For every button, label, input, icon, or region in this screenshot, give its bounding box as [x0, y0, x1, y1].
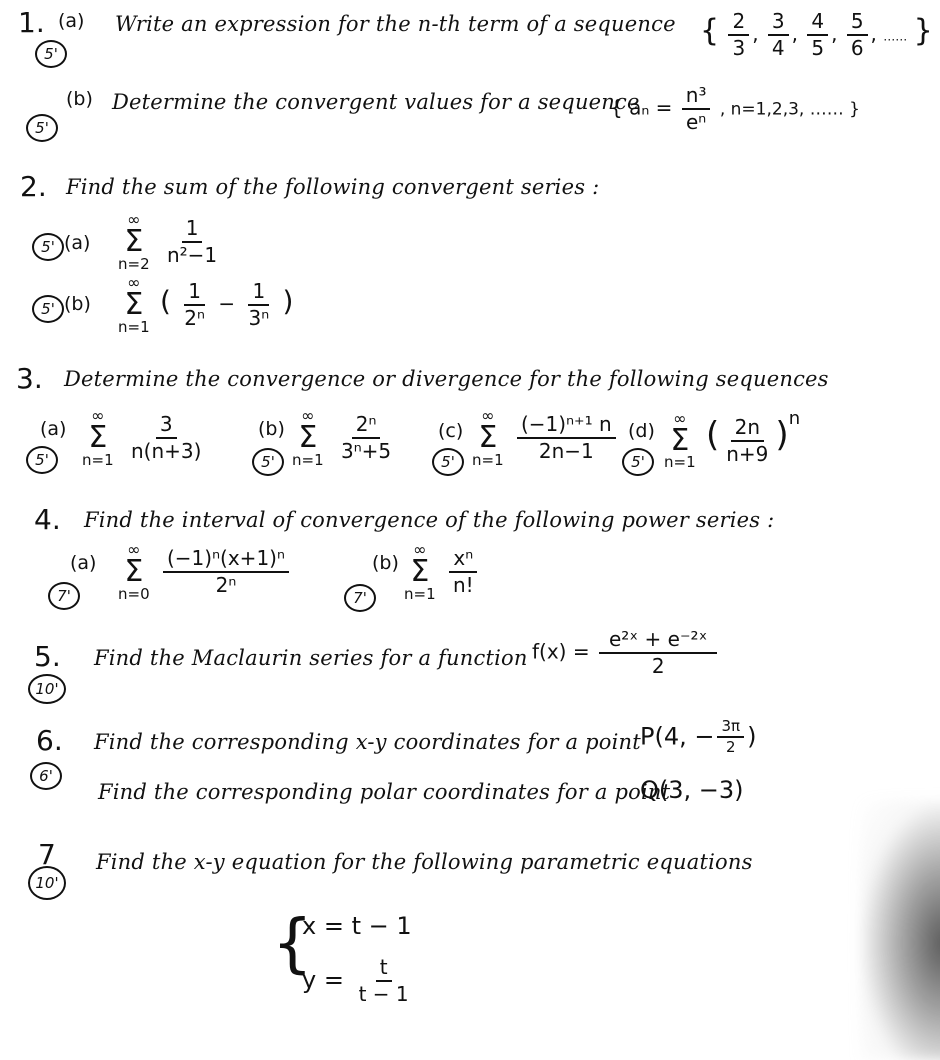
q6-line-2-text: Find the corresponding polar coordinates…	[98, 780, 671, 804]
q6-points-badge: 6'	[30, 762, 62, 790]
q2b-term-2: 1 3ⁿ	[248, 278, 270, 330]
q3c-points-badge: 5'	[432, 448, 464, 476]
seq-term-1: 23	[728, 10, 750, 60]
q3b-points-badge: 5'	[252, 448, 284, 476]
q4a-points-badge: 7'	[48, 582, 80, 610]
q3d-fraction: 2n n+9	[726, 414, 769, 466]
an-lhs: { aₙ =	[610, 95, 673, 120]
seq-term-2: 34	[767, 10, 789, 60]
q5-function: f(x) = e²ˣ + e⁻²ˣ 2	[532, 628, 720, 678]
an-fraction: n³ eⁿ	[681, 84, 711, 134]
paren-open: (	[705, 415, 720, 455]
q2a-label: (a)	[64, 232, 91, 254]
an-domain: , n=1,2,3, …… }	[719, 99, 860, 120]
q3a-fraction: 3 n(n+3)	[130, 411, 202, 463]
q4b-label: (b)	[372, 552, 399, 574]
q6-point-p: P(4, −3π 2)	[640, 717, 757, 757]
q3a-label: (a)	[40, 418, 67, 440]
q3d-points-badge: 5'	[622, 448, 654, 476]
seq-close-brace: }	[913, 13, 933, 49]
q3d-series: ∞ Σn=1 (2n n+9)n	[664, 408, 800, 470]
q1a-label: (a)	[58, 10, 85, 32]
question-2-number: 2.	[20, 170, 47, 203]
q3b-fraction: 2ⁿ 3ⁿ+5	[340, 411, 392, 463]
question-3-number: 3.	[16, 362, 43, 395]
q4b-fraction: xⁿ n!	[449, 546, 478, 597]
minus-sign: −	[218, 291, 236, 316]
q2b-term-1: 1 2ⁿ	[184, 278, 205, 330]
seq-ellipsis: ……	[883, 29, 908, 44]
seq-open-brace: {	[700, 13, 720, 49]
seq-term-4: 56	[846, 10, 868, 60]
question-6-number: 6.	[36, 724, 63, 757]
q7-equation-y: y = tt − 1	[302, 955, 409, 1006]
q3-text: Determine the convergence or divergence …	[64, 367, 829, 391]
sigma-icon: ∞ Σn=1	[82, 406, 114, 469]
q6-point-q: Q(3, −3)	[640, 776, 744, 804]
q5-points-badge: 10'	[28, 674, 66, 704]
q5-text: Find the Maclaurin series for a function	[94, 646, 528, 670]
q1b-expression: { aₙ = n³ eⁿ , n=1,2,3, …… }	[610, 84, 860, 134]
q4a-fraction: (−1)ⁿ(x+1)ⁿ 2ⁿ	[162, 546, 289, 597]
sigma-icon: ∞ Σn=1	[664, 408, 696, 472]
sigma-icon: ∞ Σn=1	[472, 406, 504, 469]
q3a-points-badge: 5'	[26, 446, 58, 474]
question-5-number: 5.	[34, 640, 61, 673]
q2-text: Find the sum of the following convergent…	[66, 175, 600, 199]
q3b-series: ∞ Σn=1 2ⁿ 3ⁿ+5	[292, 408, 398, 468]
q3c-series: ∞ Σn=1 (−1)ⁿ⁺¹ n 2n−1	[472, 408, 619, 468]
q4b-points-badge: 7'	[344, 584, 376, 612]
q4-text: Find the interval of convergence of the …	[84, 508, 775, 532]
sigma-icon: ∞ Σn=1	[292, 406, 324, 469]
q4b-series: ∞ Σn=1 xⁿ n!	[404, 542, 481, 602]
q4a-label: (a)	[70, 552, 97, 574]
seq-term-3: 45	[807, 10, 829, 60]
sigma-icon: ∞ Σn=1	[404, 540, 436, 603]
q1a-sequence: { 23, 34, 45, 56, …… }	[700, 9, 933, 60]
q2b-label: (b)	[64, 293, 91, 315]
function-lhs: f(x) =	[532, 639, 590, 664]
q2a-points-badge: 5'	[32, 233, 64, 261]
q2b-points-badge: 5'	[32, 295, 64, 323]
sigma-icon: ∞ Σn=2	[118, 210, 150, 273]
paren-open: (	[159, 284, 171, 318]
q1a-points-badge: 5'	[35, 40, 67, 68]
q2a-fraction: 1 n²−1	[166, 215, 218, 267]
q7-text: Find the x-y equation for the following …	[96, 850, 753, 874]
q1b-points-badge: 5'	[26, 114, 58, 142]
q1b-label: (b)	[66, 88, 93, 110]
sigma-icon: ∞ Σn=1	[118, 273, 150, 336]
exam-page: 1. (a) 5' Write an expression for the n-…	[0, 0, 940, 1060]
page-shadow	[860, 800, 940, 1060]
q1b-text: Determine the convergent values for a se…	[112, 90, 640, 114]
q3c-fraction: (−1)ⁿ⁺¹ n 2n−1	[516, 412, 616, 463]
question-4-number: 4.	[34, 503, 61, 536]
q4a-series: ∞ Σn=0 (−1)ⁿ(x+1)ⁿ 2ⁿ	[118, 542, 292, 602]
q3a-series: ∞ Σn=1 3 n(n+3)	[82, 408, 208, 468]
q2b-series: ∞ Σn=1 ( 1 2ⁿ − 1 3ⁿ )	[118, 275, 293, 335]
q1a-text: Write an expression for the n-th term of…	[115, 12, 676, 36]
q7-equation-x: x = t − 1	[302, 912, 412, 940]
q6-line-1-text: Find the corresponding x-y coordinates f…	[94, 730, 641, 754]
q7-points-badge: 10'	[28, 866, 66, 900]
q3d-exponent: n	[788, 408, 801, 429]
q3d-label: (d)	[628, 420, 655, 442]
q5-fraction: e²ˣ + e⁻²ˣ 2	[598, 628, 718, 678]
question-1-number: 1.	[18, 6, 45, 39]
q3b-label: (b)	[258, 418, 285, 440]
paren-close: )	[775, 415, 789, 455]
paren-close: )	[282, 284, 294, 318]
q3c-label: (c)	[438, 420, 464, 442]
sigma-icon: ∞ Σn=0	[118, 540, 150, 603]
q2a-series: ∞ Σn=2 1 n²−1	[118, 212, 224, 272]
